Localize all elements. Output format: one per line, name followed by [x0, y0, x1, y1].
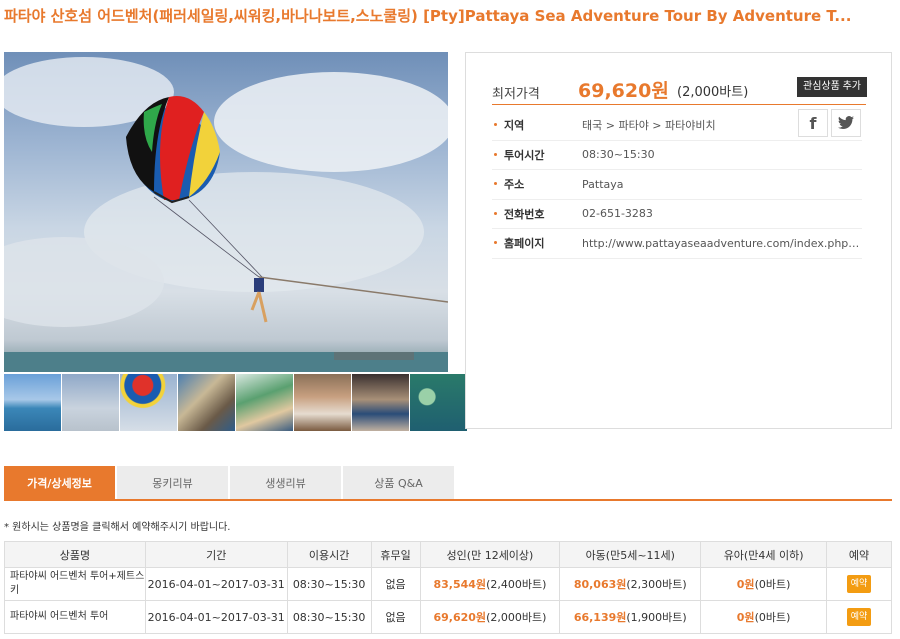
detail-row-region: 지역 태국 > 파타야 > 파타야비치	[492, 111, 862, 141]
detail-row-phone: 전화번호 02-651-3283	[492, 200, 862, 229]
thumbnail-2[interactable]	[62, 374, 119, 431]
detail-list: 지역 태국 > 파타야 > 파타야비치 투어시간 08:30~15:30 주소 …	[492, 111, 862, 259]
closed-cell: 없음	[370, 600, 421, 634]
thumbnail-strip	[4, 374, 467, 431]
price-baht: (2,000바트)	[677, 85, 749, 100]
time-cell: 08:30~15:30	[286, 567, 372, 601]
child-price-cell: 66,139원(1,900바트)	[559, 600, 702, 634]
detail-row-tour-time: 투어시간 08:30~15:30	[492, 141, 862, 170]
adult-price-cell: 83,544원(2,400바트)	[419, 567, 561, 601]
table-row: 파타야씨 어드벤처 투어 2016-04-01~2017-03-31 08:30…	[4, 600, 892, 634]
detail-key: 홈페이지	[492, 235, 582, 251]
infant-baht: (0바트)	[754, 578, 791, 591]
column-header: 휴무일	[370, 541, 421, 568]
infant-baht: (0바트)	[754, 611, 791, 624]
adult-price: 69,620원	[433, 611, 487, 624]
add-wishlist-button[interactable]: 관심상품 추가	[797, 77, 867, 97]
column-header: 유아(만4세 이하)	[700, 541, 827, 568]
infant-price-cell: 0원(0바트)	[700, 567, 827, 601]
infant-price-cell: 0원(0바트)	[700, 600, 827, 634]
column-header: 상품명	[4, 541, 146, 568]
product-name-link[interactable]: 파타야씨 어드벤처 투어+제트스키	[4, 567, 146, 601]
thumbnail-5[interactable]	[236, 374, 293, 431]
tab-live-review[interactable]: 생생리뷰	[230, 466, 341, 499]
time-cell: 08:30~15:30	[286, 600, 372, 634]
adult-baht: (2,400바트)	[486, 578, 547, 591]
thumbnail-7[interactable]	[352, 374, 409, 431]
adult-price-cell: 69,620원(2,000바트)	[419, 600, 561, 634]
detail-key: 주소	[492, 176, 582, 192]
detail-key: 투어시간	[492, 147, 582, 163]
thumbnail-3[interactable]	[120, 374, 177, 431]
period-cell: 2016-04-01~2017-03-31	[144, 567, 288, 601]
book-cell: 예약	[826, 600, 892, 634]
tab-qna[interactable]: 상품 Q&A	[343, 466, 454, 499]
column-header: 성인(만 12세이상)	[419, 541, 561, 568]
tab-monkey-review[interactable]: 몽키리뷰	[117, 466, 228, 499]
infant-price: 0원	[736, 611, 755, 624]
child-price: 80,063원	[573, 578, 627, 591]
detail-row-address: 주소 Pattaya	[492, 170, 862, 200]
detail-value: 02-651-3283	[582, 207, 653, 221]
detail-row-homepage: 홈페이지 http://www.pattayaseaadventure.com/…	[492, 229, 862, 259]
period-cell: 2016-04-01~2017-03-31	[144, 600, 288, 634]
adult-price: 83,544원	[433, 578, 487, 591]
adult-baht: (2,000바트)	[486, 611, 547, 624]
parasailer-figure	[250, 278, 268, 323]
column-header: 기간	[144, 541, 288, 568]
product-name-link[interactable]: 파타야씨 어드벤처 투어	[4, 600, 146, 634]
price-label: 최저가격	[492, 87, 540, 102]
closed-cell: 없음	[370, 567, 421, 601]
detail-value: Pattaya	[582, 177, 624, 191]
homepage-link[interactable]: http://www.pattayaseaadventure.com/index…	[582, 237, 862, 250]
book-button[interactable]: 예약	[847, 608, 871, 626]
table-row: 파타야씨 어드벤처 투어+제트스키 2016-04-01~2017-03-31 …	[4, 567, 892, 601]
column-header: 아동(만5세~11세)	[559, 541, 702, 568]
thumbnail-1[interactable]	[4, 374, 61, 431]
child-baht: (1,900바트)	[626, 611, 687, 624]
booking-notice: * 원하시는 상품명을 클릭해서 예약해주시기 바랍니다.	[4, 522, 231, 533]
book-button[interactable]: 예약	[847, 575, 871, 593]
book-cell: 예약	[826, 567, 892, 601]
thumbnail-6[interactable]	[294, 374, 351, 431]
detail-key: 지역	[492, 117, 582, 133]
detail-value: 태국 > 파타야 > 파타야비치	[582, 119, 716, 133]
column-header: 이용시간	[286, 541, 372, 568]
child-baht: (2,300바트)	[626, 578, 687, 591]
detail-tabs: 가격/상세정보 몽키리뷰 생생리뷰 상품 Q&A	[4, 466, 892, 501]
thumbnail-8[interactable]	[410, 374, 467, 431]
infant-price: 0원	[736, 578, 755, 591]
product-table: 상품명 기간 이용시간 휴무일 성인(만 12세이상) 아동(만5세~11세) …	[4, 541, 892, 634]
child-price-cell: 80,063원(2,300바트)	[559, 567, 702, 601]
thumbnail-4[interactable]	[178, 374, 235, 431]
detail-key: 전화번호	[492, 206, 582, 222]
column-header: 예약	[826, 541, 892, 568]
main-photo	[4, 52, 448, 372]
price-value: 69,620원	[578, 80, 669, 102]
detail-value: 08:30~15:30	[582, 148, 655, 162]
child-price: 66,139원	[573, 611, 627, 624]
tab-price-details[interactable]: 가격/상세정보	[4, 466, 115, 499]
product-info-panel: 최저가격 69,620원 (2,000바트) 관심상품 추가 f 지역 태국 >…	[465, 52, 892, 429]
table-header-row: 상품명 기간 이용시간 휴무일 성인(만 12세이상) 아동(만5세~11세) …	[4, 541, 892, 568]
page-title: 파타야 산호섬 어드벤처(패러세일링,씨워킹,바나나보트,스노쿨링) [Pty]…	[4, 7, 852, 25]
